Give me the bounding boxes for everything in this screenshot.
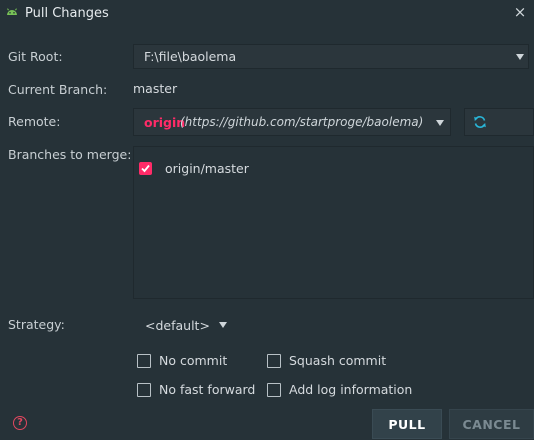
- checkbox-box[interactable]: [137, 383, 151, 397]
- checkbox-box[interactable]: [267, 383, 281, 397]
- no-fast-forward-label: No fast forward: [159, 382, 256, 397]
- chevron-down-icon: [436, 120, 444, 126]
- git-root-label: Git Root:: [8, 49, 63, 64]
- squash-commit-label: Squash commit: [289, 353, 387, 368]
- chevron-down-icon: [516, 54, 524, 60]
- remote-url: (https://github.com/startproge/baolema): [180, 115, 424, 129]
- add-log-label: Add log information: [289, 382, 413, 397]
- cancel-button[interactable]: CANCEL: [449, 409, 534, 439]
- current-branch-label: Current Branch:: [8, 82, 108, 97]
- title-bar: Pull Changes ×: [0, 0, 534, 29]
- current-branch-value: master: [133, 81, 178, 96]
- chevron-down-icon: [219, 322, 227, 328]
- checkbox-box[interactable]: [137, 354, 151, 368]
- close-button[interactable]: ×: [512, 4, 528, 20]
- strategy-select[interactable]: <default>: [133, 313, 235, 338]
- strategy-value: <default>: [145, 318, 210, 333]
- pull-button[interactable]: PULL: [372, 409, 442, 439]
- branches-list: origin/master: [133, 146, 534, 299]
- remote-select[interactable]: origin (https://github.com/startproge/ba…: [133, 108, 451, 136]
- branches-label: Branches to merge:: [8, 147, 132, 162]
- branch-label: origin/master: [165, 161, 249, 176]
- window-title: Pull Changes: [25, 6, 109, 21]
- check-icon: [141, 164, 150, 173]
- git-root-value: F:\file\baolema: [144, 49, 237, 64]
- branch-checkbox[interactable]: [139, 162, 152, 175]
- checkbox-box[interactable]: [267, 354, 281, 368]
- strategy-label: Strategy:: [8, 317, 65, 332]
- remote-label: Remote:: [8, 114, 61, 129]
- git-root-select[interactable]: F:\file\baolema: [133, 44, 529, 69]
- help-icon[interactable]: ?: [13, 416, 27, 430]
- remote-name: origin: [144, 115, 186, 130]
- refresh-remote-button[interactable]: [464, 108, 534, 136]
- no-commit-label: No commit: [159, 353, 228, 368]
- android-icon: [7, 8, 17, 15]
- refresh-icon: [474, 116, 486, 128]
